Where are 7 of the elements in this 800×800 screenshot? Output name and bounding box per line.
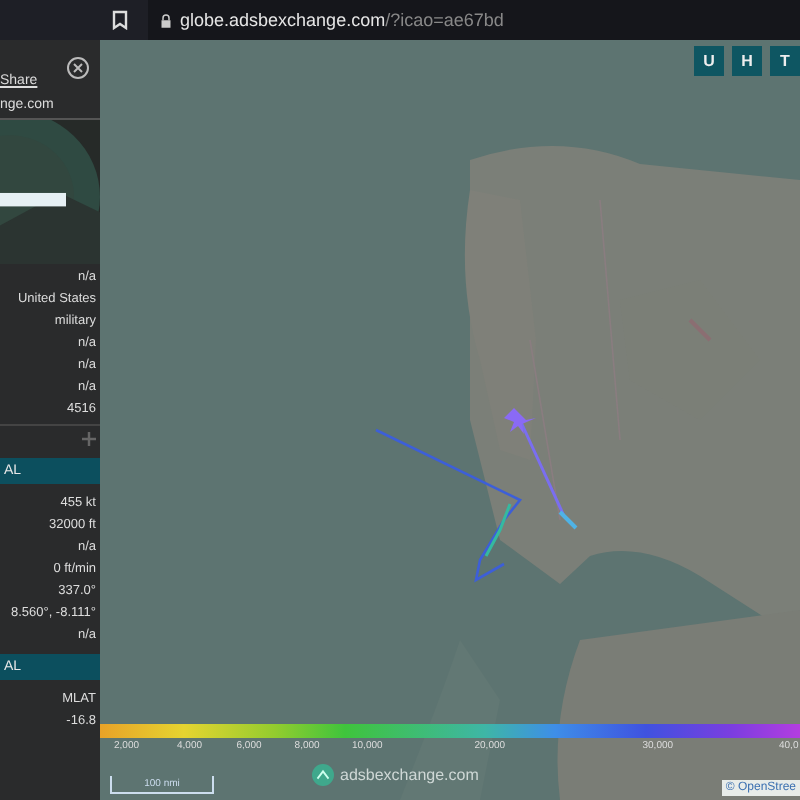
close-icon[interactable] [66, 56, 90, 80]
plus-icon[interactable] [82, 431, 96, 445]
address-bar[interactable]: globe.adsbexchange.com/?icao=ae67bd [148, 0, 800, 40]
url-path: /?icao=ae67bd [385, 10, 504, 30]
bookmark-icon[interactable] [112, 10, 128, 30]
url-host: globe.adsbexchange.com [180, 10, 386, 30]
lock-icon [160, 13, 172, 27]
